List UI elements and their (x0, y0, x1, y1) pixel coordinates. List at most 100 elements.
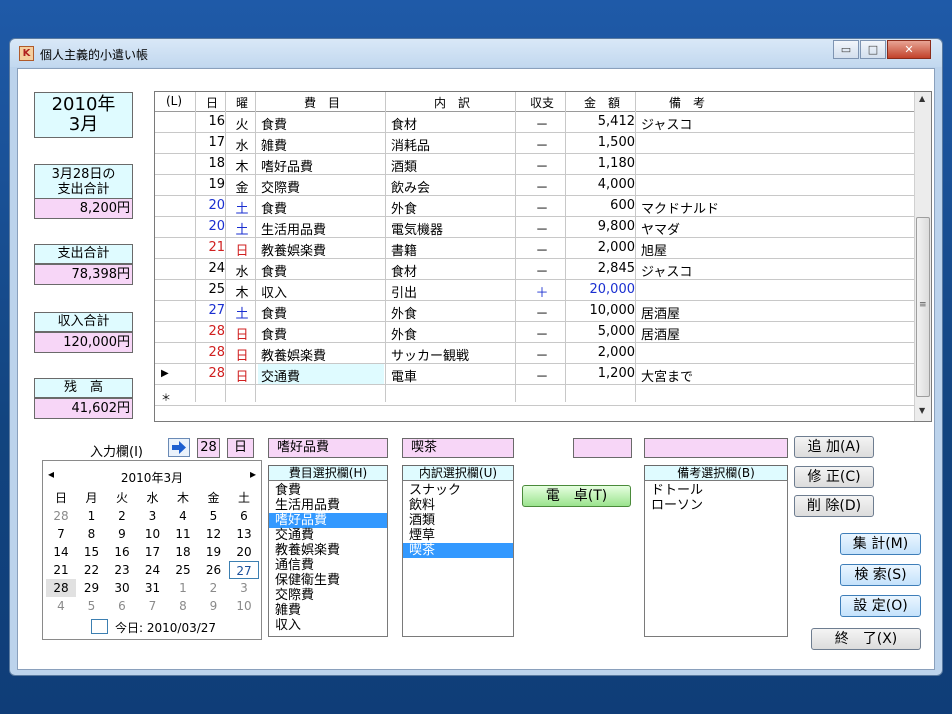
cell-dow[interactable]: 日 (227, 366, 257, 385)
cell-cat[interactable]: 教養娯楽費 (261, 240, 387, 259)
calendar-next-icon[interactable]: ▸ (250, 467, 256, 481)
cell-item[interactable]: サッカー観戦 (391, 345, 517, 364)
cell-dow[interactable]: 金 (227, 177, 257, 196)
cell-type[interactable]: ＋ (517, 282, 567, 301)
category-list-item[interactable]: 雑費 (269, 603, 387, 618)
minimize-button[interactable]: ▭ (833, 40, 859, 59)
cell-note[interactable]: 居酒屋 (641, 324, 837, 343)
item-list-item[interactable]: 喫茶 (403, 543, 513, 558)
calendar-day[interactable]: 3 (229, 579, 259, 597)
table-row[interactable]: 24 水食費 食材－ 2,845 ジャスコ (155, 259, 915, 280)
calendar-day[interactable]: 4 (46, 597, 76, 615)
calendar-day[interactable]: 1 (77, 507, 107, 525)
calendar-day[interactable]: 31 (138, 579, 168, 597)
cell-item[interactable]: 消耗品 (391, 135, 517, 154)
calendar-day[interactable]: 24 (138, 561, 168, 579)
add-button[interactable]: 追 加(A) (794, 436, 874, 458)
calendar-day[interactable]: 14 (46, 543, 76, 561)
category-list-item[interactable]: 交際費 (269, 588, 387, 603)
calendar-day[interactable]: 26 (199, 561, 229, 579)
calendar-day[interactable]: 10 (138, 525, 168, 543)
calendar-day[interactable]: 18 (168, 543, 198, 561)
category-listbox[interactable]: 食費 生活用品費 嗜好品費 交通費 教養娯楽費 通信費 保健衛生費 交際費 雑費 収入 (268, 480, 388, 637)
cell-type[interactable]: － (517, 177, 567, 196)
cell-type[interactable]: － (517, 114, 567, 133)
calendar-day[interactable]: 8 (168, 597, 198, 615)
calendar-day[interactable]: 29 (77, 579, 107, 597)
calendar-day[interactable]: 2 (107, 507, 137, 525)
calendar-day[interactable]: 30 (107, 579, 137, 597)
calendar-day[interactable]: 25 (168, 561, 198, 579)
col-header-note[interactable]: 備 考 (637, 94, 737, 111)
grid-scrollbar[interactable]: ▲ ≡ ▼ (914, 92, 931, 421)
input-day-field[interactable]: 28 (197, 438, 220, 458)
note-list-item[interactable]: ドトール (645, 483, 787, 498)
calendar-day[interactable]: 22 (77, 561, 107, 579)
cell-day[interactable]: 19 (197, 177, 225, 192)
col-header-item[interactable]: 内 訳 (387, 94, 517, 111)
cell-note[interactable]: ジャスコ (641, 261, 837, 280)
cell-type[interactable]: － (517, 261, 567, 280)
category-list-item[interactable]: 食費 (269, 483, 387, 498)
cell-note[interactable]: ジャスコ (641, 114, 837, 133)
calendar-day[interactable]: 20 (229, 543, 259, 561)
cell-dow[interactable]: 日 (227, 345, 257, 364)
cell-item[interactable]: 食材 (391, 114, 517, 133)
calendar-day[interactable]: 19 (199, 543, 229, 561)
cell-marker[interactable]: ▶ (161, 368, 195, 379)
cell-item[interactable]: 電気機器 (391, 219, 517, 238)
search-button[interactable]: 検 索(S) (840, 564, 921, 586)
cell-cat[interactable]: 食費 (261, 324, 387, 343)
item-listbox[interactable]: スナック 飲料 酒類 煙草 喫茶 (402, 480, 514, 637)
cell-cat[interactable]: 食費 (261, 198, 387, 217)
calendar-day[interactable]: 7 (138, 597, 168, 615)
month-calendar[interactable]: ◂ 2010年3月 ▸ 日月火水木金土 28 1 2 3 4 5 6 7 8 9 10 11 12 13 14… (42, 460, 262, 640)
calendar-day[interactable]: 6 (229, 507, 259, 525)
today-label[interactable]: 今日: 2010/03/27 (115, 619, 216, 636)
item-list-item[interactable]: スナック (403, 483, 513, 498)
cell-dow[interactable]: 木 (227, 156, 257, 175)
cell-note[interactable]: 大宮まで (641, 366, 837, 385)
calendar-day[interactable]: 10 (229, 597, 259, 615)
title-bar[interactable]: K 個人主義的小遣い帳 ▭ □ ✕ (10, 39, 942, 67)
input-arrow-button[interactable] (168, 438, 190, 457)
cell-cat[interactable]: 収入 (261, 282, 387, 301)
cell-dow[interactable]: 木 (227, 282, 257, 301)
input-category-field[interactable]: 嗜好品費 (268, 438, 388, 458)
cell-amount[interactable]: 1,200 (567, 366, 635, 381)
cell-dow[interactable]: 日 (227, 240, 257, 259)
cell-item[interactable]: 書籍 (391, 240, 517, 259)
table-row[interactable]: 21 日教養娯楽費 書籍－ 2,000 旭屋 (155, 238, 915, 259)
cell-type[interactable]: － (517, 366, 567, 385)
summary-button[interactable]: 集 計(M) (840, 533, 921, 555)
calendar-day[interactable]: 8 (77, 525, 107, 543)
calendar-day[interactable]: 28 (46, 579, 76, 597)
col-header-category[interactable]: 費 目 (257, 94, 387, 111)
cell-item[interactable]: 外食 (391, 198, 517, 217)
cell-item[interactable]: 飲み会 (391, 177, 517, 196)
table-row[interactable]: 16 火食費 食材－ 5,412 ジャスコ (155, 112, 915, 133)
cell-day[interactable]: 21 (197, 240, 225, 255)
category-list-item[interactable]: 交通費 (269, 528, 387, 543)
scroll-down-arrow-icon[interactable]: ▼ (919, 406, 925, 415)
col-header-l[interactable]: (L) (159, 94, 189, 108)
cell-amount[interactable]: 4,000 (567, 177, 635, 192)
cell-item[interactable]: 外食 (391, 303, 517, 322)
calendar-day[interactable]: 17 (138, 543, 168, 561)
cell-day[interactable]: 20 (197, 198, 225, 213)
calendar-day[interactable]: 9 (199, 597, 229, 615)
ledger-grid[interactable]: (L) 日 曜 費 目 内 訳 収支 金 額 備 考 16 火食費 食材－ 5,412… (154, 91, 932, 422)
cell-item[interactable]: 電車 (391, 366, 517, 385)
calendar-day[interactable]: 28 (46, 507, 76, 525)
edit-button[interactable]: 修 正(C) (794, 466, 874, 488)
table-row[interactable]: 19 金交際費 飲み会－ 4,000 (155, 175, 915, 196)
maximize-button[interactable]: □ (860, 40, 886, 59)
cell-type[interactable]: － (517, 219, 567, 238)
cell-amount[interactable]: 2,000 (567, 240, 635, 255)
cell-amount[interactable]: 5,000 (567, 324, 635, 339)
cell-type[interactable]: － (517, 240, 567, 259)
input-note-field[interactable] (644, 438, 788, 458)
cell-dow[interactable]: 火 (227, 114, 257, 133)
cell-type[interactable]: － (517, 303, 567, 322)
calendar-day[interactable]: 5 (77, 597, 107, 615)
